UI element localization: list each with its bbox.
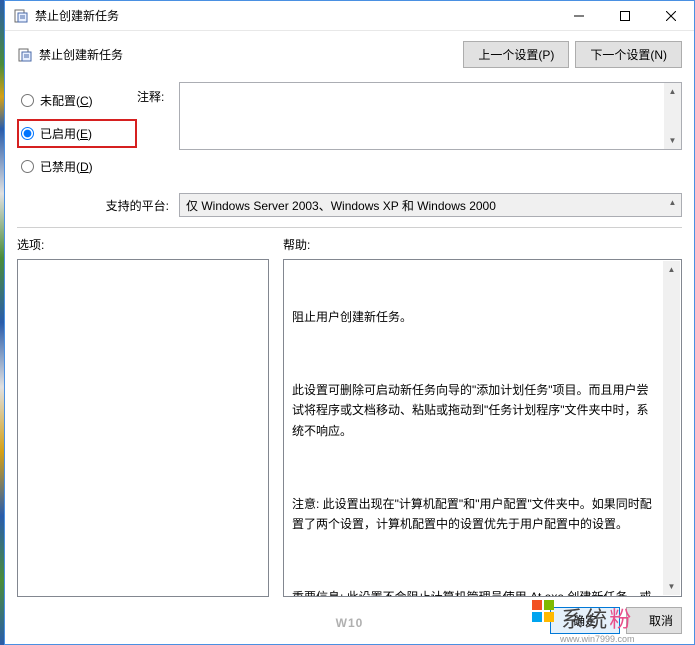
platform-value-box: 仅 Windows Server 2003、Windows XP 和 Windo… [179, 193, 682, 217]
toolbar: 禁止创建新任务 上一个设置(P) 下一个设置(N) [5, 31, 694, 74]
minimize-button[interactable] [556, 1, 602, 31]
scroll-track[interactable] [663, 278, 680, 578]
scroll-track[interactable] [664, 100, 681, 132]
radio-enabled-label[interactable]: 已启用(E) [40, 125, 92, 142]
platform-row: 支持的平台: 仅 Windows Server 2003、Windows XP … [5, 189, 694, 227]
scroll-down-icon[interactable]: ▼ [663, 578, 680, 595]
radio-enabled[interactable] [21, 127, 34, 140]
ok-button[interactable]: 确定 [550, 607, 620, 634]
options-column: 选项: [17, 236, 269, 597]
comment-textarea[interactable] [179, 82, 682, 150]
help-label: 帮助: [283, 236, 682, 253]
platform-label: 支持的平台: [17, 197, 179, 214]
scroll-up-icon[interactable]: ▲ [664, 83, 681, 100]
config-section: 未配置(C) 已启用(E) 已禁用(D) 注释: ▲ ▼ [5, 74, 694, 189]
next-setting-button[interactable]: 下一个设置(N) [575, 41, 682, 68]
help-column: 帮助: 阻止用户创建新任务。 此设置可删除可启动新任务向导的"添加计划任务"项目… [283, 236, 682, 597]
scroll-up-icon[interactable]: ▲ [663, 261, 680, 278]
titlebar-controls [556, 1, 694, 31]
policy-dialog-window: 禁止创建新任务 禁止创建新任务 上一个设置(P) 下一个设置(N) [4, 0, 695, 645]
platform-value: 仅 Windows Server 2003、Windows XP 和 Windo… [186, 197, 496, 214]
bottom-bar: W10 确定 取消 系统粉 www.win7999.com [5, 597, 694, 644]
window-icon [13, 8, 29, 24]
platform-scroll-up-icon[interactable]: ▲ [664, 194, 681, 211]
help-text: 阻止用户创建新任务。 此设置可删除可启动新任务向导的"添加计划任务"项目。而且用… [284, 260, 681, 597]
policy-title: 禁止创建新任务 [39, 46, 457, 63]
policy-icon [17, 47, 33, 63]
scroll-down-icon[interactable]: ▼ [664, 132, 681, 149]
options-label: 选项: [17, 236, 269, 253]
help-para: 阻止用户创建新任务。 [292, 307, 659, 327]
radio-disabled[interactable] [21, 160, 34, 173]
titlebar: 禁止创建新任务 [5, 1, 694, 31]
radio-group: 未配置(C) 已启用(E) 已禁用(D) [17, 82, 137, 185]
comment-scrollbar[interactable]: ▲ ▼ [664, 83, 681, 149]
radio-not-configured-label[interactable]: 未配置(C) [40, 92, 93, 109]
options-box [17, 259, 269, 597]
help-para: 注意: 此设置出现在"计算机配置"和"用户配置"文件夹中。如果同时配置了两个设置… [292, 494, 659, 535]
help-box: 阻止用户创建新任务。 此设置可删除可启动新任务向导的"添加计划任务"项目。而且用… [283, 259, 682, 597]
body-section: 选项: 帮助: 阻止用户创建新任务。 此设置可删除可启动新任务向导的"添加计划任… [5, 236, 694, 597]
close-button[interactable] [648, 1, 694, 31]
divider [17, 227, 682, 228]
help-scrollbar[interactable]: ▲ ▼ [663, 261, 680, 595]
radio-not-configured[interactable] [21, 94, 34, 107]
previous-setting-button[interactable]: 上一个设置(P) [463, 41, 569, 68]
help-para: 此设置可删除可启动新任务向导的"添加计划任务"项目。而且用户尝试将程序或文档移动… [292, 380, 659, 441]
radio-not-configured-row[interactable]: 未配置(C) [17, 86, 137, 115]
watermark-small: W10 [336, 616, 364, 630]
help-para: 重要信息: 此设置不会阻止计算机管理员使用 At.exe 创建新任务，或阻止管理… [292, 587, 659, 597]
window-title: 禁止创建新任务 [35, 7, 556, 24]
radio-enabled-row[interactable]: 已启用(E) [17, 119, 137, 148]
radio-disabled-row[interactable]: 已禁用(D) [17, 152, 137, 181]
comment-box: ▲ ▼ [179, 82, 682, 153]
cancel-button[interactable]: 取消 [626, 607, 682, 634]
radio-disabled-label[interactable]: 已禁用(D) [40, 158, 93, 175]
comment-label: 注释: [137, 82, 179, 105]
maximize-button[interactable] [602, 1, 648, 31]
